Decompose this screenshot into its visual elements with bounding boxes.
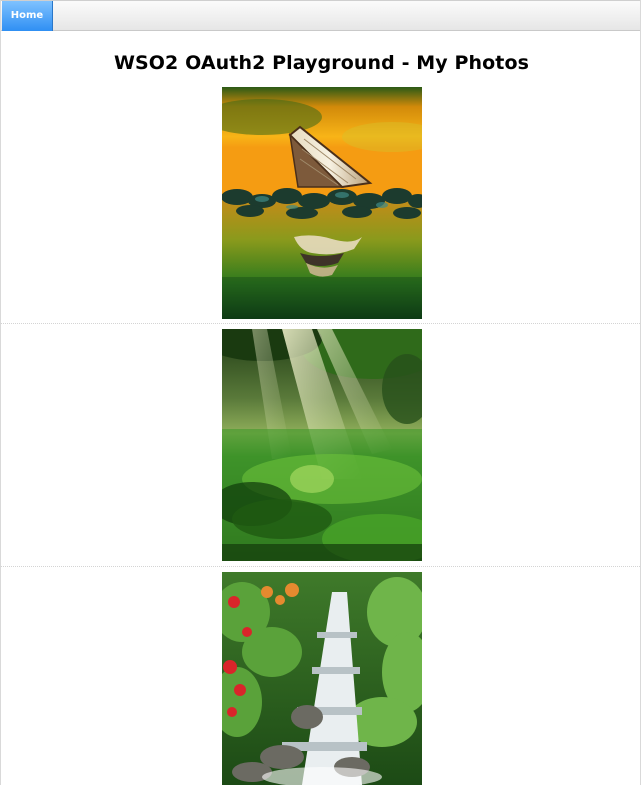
boat-at-sunset-photo [222,87,422,319]
jungle-waterfall-photo [222,572,422,785]
page-title: WSO2 OAuth2 Playground - My Photos [113,52,530,74]
photo-divider [1,566,640,567]
page: Home WSO2 OAuth2 Playground - My Photos [0,0,641,785]
photo-divider [1,323,640,324]
home-tab[interactable]: Home [2,1,53,31]
top-navigation-bar: Home [1,0,640,31]
sunlit-forest-clearing-photo [222,329,422,561]
